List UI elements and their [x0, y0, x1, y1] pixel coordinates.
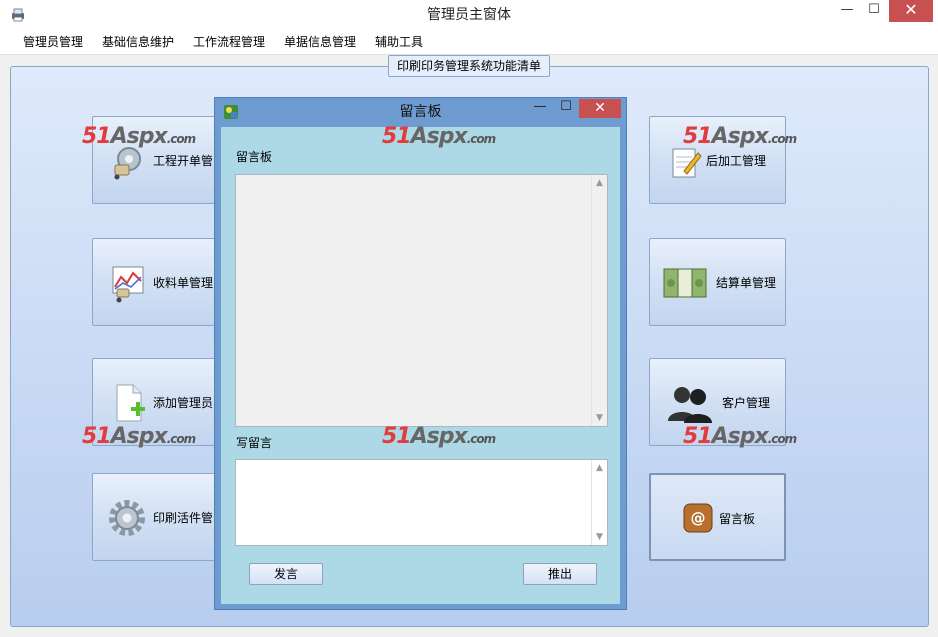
tile-print-job-label: 印刷活件管	[153, 511, 214, 525]
tile-post-processing[interactable]: 后加工管理	[649, 116, 786, 204]
chart-cart-icon	[112, 266, 144, 303]
menu-admin-management[interactable]: 管理员管理	[23, 30, 83, 54]
window-title: 管理员主窗体	[427, 7, 511, 23]
gear-cart-icon	[114, 147, 141, 180]
tile-print-job[interactable]: 印刷活件管	[92, 473, 229, 561]
main-window: 管理员主窗体 — ☐ ✕ 管理员管理 基础信息维护 工作流程管理 单据信息管理 …	[0, 0, 938, 637]
tile-receiving[interactable]: 收料单管理	[92, 238, 229, 326]
write-scrollbar[interactable]: ▲ ▼	[591, 460, 607, 545]
dialog-maximize-button[interactable]: ☐	[553, 99, 579, 117]
tile-receiving-label: 收料单管理	[153, 276, 214, 290]
scroll-down-icon[interactable]: ▼	[592, 529, 607, 545]
tile-settlement[interactable]: 结算单管理	[649, 238, 786, 326]
add-document-icon	[116, 384, 145, 422]
dialog-close-button[interactable]: ✕	[579, 99, 621, 118]
tile-project-order-label: 工程开单管	[153, 154, 214, 168]
at-mail-icon: @	[683, 503, 713, 533]
scroll-up-icon[interactable]: ▲	[592, 175, 607, 191]
tile-customers-label: 客户管理	[722, 396, 771, 410]
menu-workflow[interactable]: 工作流程管理	[193, 30, 265, 54]
tile-settlement-label: 结算单管理	[716, 276, 777, 290]
menu-tools[interactable]: 辅助工具	[375, 30, 423, 54]
dialog-body: 留言板 ▲ ▼ 写留言 ▲ ▼ 发言 推出	[221, 127, 620, 604]
message-board-dialog: 留言板 — ☐ ✕ 留言板 ▲ ▼ 写留言 ▲ ▼ 发言 推出	[214, 97, 627, 610]
tile-add-admin-label: 添加管理员	[153, 396, 214, 410]
scroll-up-icon[interactable]: ▲	[592, 460, 607, 476]
gear-icon	[109, 500, 145, 536]
tile-customers[interactable]: 客户管理	[649, 358, 786, 446]
board-scrollbar[interactable]: ▲ ▼	[591, 175, 607, 426]
tile-message-board-label: 留言板	[719, 512, 756, 526]
users-icon	[668, 387, 712, 423]
write-message-textarea[interactable]: ▲ ▼	[235, 459, 608, 546]
dialog-minimize-button[interactable]: —	[527, 99, 553, 117]
tile-add-admin[interactable]: 添加管理员	[92, 358, 229, 446]
tile-message-board[interactable]: @ 留言板	[649, 473, 786, 561]
close-button[interactable]: ✕	[889, 0, 933, 22]
message-board-textarea[interactable]: ▲ ▼	[235, 174, 608, 427]
notepad-pencil-icon	[672, 148, 702, 178]
menu-documents[interactable]: 单据信息管理	[284, 30, 356, 54]
minimize-button[interactable]: —	[832, 0, 862, 22]
tile-project-order[interactable]: 工程开单管	[92, 116, 229, 204]
write-message-content	[236, 460, 607, 468]
send-button[interactable]: 发言	[249, 563, 323, 585]
tile-post-processing-label: 后加工管理	[706, 154, 767, 168]
scroll-down-icon[interactable]: ▼	[592, 410, 607, 426]
maximize-button[interactable]: ☐	[860, 0, 888, 22]
board-label: 留言板	[236, 150, 273, 164]
money-stack-icon	[663, 268, 707, 298]
svg-text:@: @	[691, 509, 706, 527]
message-board-content	[236, 175, 607, 183]
title-bar: 管理员主窗体 — ☐ ✕	[0, 0, 938, 30]
menu-bar: 管理员管理 基础信息维护 工作流程管理 单据信息管理 辅助工具	[0, 30, 938, 55]
function-list-group-label: 印刷印务管理系统功能清单	[388, 55, 550, 77]
exit-button[interactable]: 推出	[523, 563, 597, 585]
write-message-label: 写留言	[236, 436, 273, 450]
menu-basic-info[interactable]: 基础信息维护	[102, 30, 174, 54]
